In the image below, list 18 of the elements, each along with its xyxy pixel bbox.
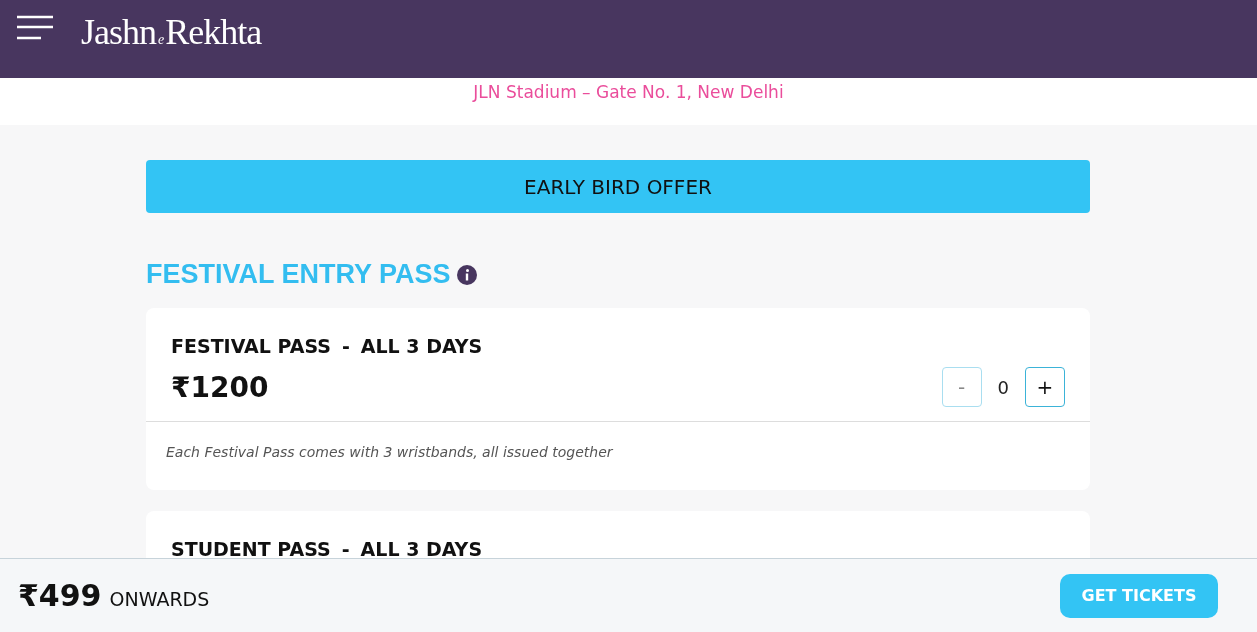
venue-text: JLN Stadium – Gate No. 1, New Delhi xyxy=(473,82,784,104)
logo[interactable]: JashneRekhta xyxy=(81,14,262,50)
pass-price: ₹1200 xyxy=(171,370,269,404)
pass-name: FESTIVAL PASS xyxy=(171,335,331,357)
price-suffix: ONWARDS xyxy=(109,588,210,610)
pass-note: Each Festival Pass comes with 3 wristbands, all issued together xyxy=(166,444,613,460)
quantity-value: 0 xyxy=(997,376,1009,398)
info-icon[interactable] xyxy=(456,264,477,285)
pass-duration: ALL 3 DAYS xyxy=(360,335,483,357)
section-title: FESTIVAL ENTRY PASS xyxy=(146,259,451,290)
offer-banner: EARLY BIRD OFFER xyxy=(146,160,1090,213)
starting-price: ₹499 xyxy=(18,578,102,613)
increment-button[interactable]: + xyxy=(1025,367,1065,407)
separator-text: - xyxy=(341,335,350,357)
separator-text: - xyxy=(341,538,350,560)
pass-duration: ALL 3 DAYS xyxy=(360,538,483,560)
menu-icon[interactable] xyxy=(17,14,53,42)
pass-name: STUDENT PASS xyxy=(171,538,331,560)
